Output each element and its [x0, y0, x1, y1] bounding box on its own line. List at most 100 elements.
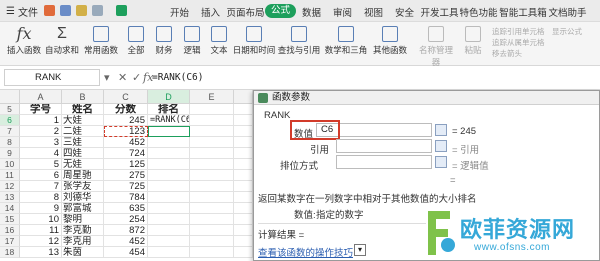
collapse-dialog-icon[interactable] [435, 140, 447, 152]
row-header[interactable]: 6 [0, 115, 20, 126]
table-cell[interactable]: 11 [20, 225, 62, 236]
order-field[interactable] [336, 155, 432, 169]
table-cell[interactable] [148, 214, 190, 225]
table-cell[interactable]: 学号 [20, 104, 62, 115]
col-header-f[interactable] [234, 90, 253, 104]
table-cell[interactable] [148, 225, 190, 236]
table-cell[interactable] [148, 247, 190, 258]
row-header[interactable]: 16 [0, 225, 20, 236]
formula-input[interactable]: =RANK(C6) [152, 72, 203, 83]
table-cell[interactable] [190, 115, 234, 126]
table-cell[interactable] [234, 214, 253, 225]
table-cell[interactable]: 10 [20, 214, 62, 225]
common-functions-button[interactable]: 常用函数 [82, 24, 120, 64]
table-cell[interactable]: 四娃 [62, 148, 104, 159]
tab-formulas[interactable]: 公式 [265, 4, 296, 18]
tab-insert[interactable]: 插入 [195, 4, 226, 20]
table-cell[interactable]: 6 [20, 170, 62, 181]
row-header[interactable]: 14 [0, 203, 20, 214]
table-cell[interactable]: 125 [104, 159, 148, 170]
table-cell[interactable] [148, 170, 190, 181]
table-cell[interactable] [190, 214, 234, 225]
tab-home[interactable]: 开始 [164, 4, 195, 20]
table-cell[interactable] [234, 181, 253, 192]
table-cell[interactable]: 8 [20, 192, 62, 203]
table-cell[interactable]: 13 [20, 247, 62, 258]
table-cell[interactable]: 724 [104, 148, 148, 159]
file-menu[interactable]: ☰ 文件 [6, 3, 38, 19]
table-cell[interactable] [190, 126, 234, 137]
col-header-c[interactable]: C [104, 90, 148, 104]
table-cell[interactable] [148, 236, 190, 247]
table-cell[interactable]: 排名 [148, 104, 190, 115]
row-header[interactable]: 5 [0, 104, 20, 115]
table-cell[interactable]: 姓名 [62, 104, 104, 115]
table-cell[interactable]: 二娃 [62, 126, 104, 137]
trace-precedents-button[interactable]: 追踪引用单元格 [492, 26, 548, 37]
name-manager-button[interactable]: 名称管理器 [416, 24, 456, 67]
col-header-b[interactable]: B [62, 90, 104, 104]
save-icon[interactable] [44, 5, 55, 16]
finance-button[interactable]: 财务 [150, 24, 178, 64]
table-cell[interactable] [148, 148, 190, 159]
table-cell[interactable] [190, 236, 234, 247]
table-cell[interactable] [234, 126, 253, 137]
table-cell[interactable]: 452 [104, 236, 148, 247]
table-cell[interactable]: 784 [104, 192, 148, 203]
table-cell[interactable] [234, 236, 253, 247]
tab-developer[interactable]: 开发工具 [420, 4, 459, 20]
col-header-a[interactable]: A [20, 90, 62, 104]
table-cell[interactable]: 452 [104, 137, 148, 148]
tab-security[interactable]: 安全 [389, 4, 420, 20]
logic-button[interactable]: 逻辑 [178, 24, 206, 64]
paste-button[interactable]: 粘贴 [460, 24, 486, 64]
table-cell[interactable] [148, 181, 190, 192]
table-cell[interactable]: 张学友 [62, 181, 104, 192]
insert-function-button[interactable]: fx 插入函数 [4, 24, 44, 64]
table-cell[interactable] [190, 104, 234, 115]
table-cell[interactable]: 2 [20, 126, 62, 137]
cancel-icon[interactable]: ✕ [118, 71, 127, 84]
tab-data[interactable]: 数据 [296, 4, 327, 20]
autosum-button[interactable]: Σ 自动求和 [44, 24, 80, 64]
tab-page-layout[interactable]: 页面布局 [226, 4, 265, 20]
table-cell[interactable] [234, 203, 253, 214]
table-cell[interactable] [148, 159, 190, 170]
all-functions-button[interactable]: 全部 [122, 24, 150, 64]
lookup-button[interactable]: 查找与引用 [276, 24, 322, 64]
row-header[interactable]: 10 [0, 159, 20, 170]
collapse-dialog-icon[interactable] [435, 156, 447, 168]
table-cell[interactable]: 李克用 [62, 236, 104, 247]
table-cell[interactable]: 李克勤 [62, 225, 104, 236]
table-cell[interactable] [148, 192, 190, 203]
table-cell[interactable]: 郭富城 [62, 203, 104, 214]
table-cell[interactable]: 635 [104, 203, 148, 214]
math-trig-button[interactable]: 数学和三角 [324, 24, 368, 64]
name-box[interactable]: RANK [4, 69, 100, 86]
table-cell[interactable]: 12 [20, 236, 62, 247]
row-header[interactable]: 18 [0, 247, 20, 258]
table-cell[interactable] [234, 115, 253, 126]
tab-special-features[interactable]: 特色功能 [459, 4, 498, 20]
text-functions-button[interactable]: 文本 [206, 24, 232, 64]
tab-smart-toolbox[interactable]: 智能工具箱 [498, 4, 548, 20]
chevron-down-icon[interactable]: ▾ [104, 71, 110, 84]
show-formulas-button[interactable]: 显示公式 [552, 26, 598, 37]
row-header[interactable]: 13 [0, 192, 20, 203]
row-header[interactable]: 12 [0, 181, 20, 192]
table-cell[interactable] [190, 148, 234, 159]
table-cell[interactable]: 分数 [104, 104, 148, 115]
table-cell[interactable]: 872 [104, 225, 148, 236]
table-cell[interactable]: 725 [104, 181, 148, 192]
select-all-corner[interactable] [0, 90, 20, 104]
table-cell[interactable]: 三娃 [62, 137, 104, 148]
table-cell[interactable] [190, 203, 234, 214]
tab-doc-assistant[interactable]: 文档助手 [548, 4, 587, 20]
table-cell[interactable] [148, 203, 190, 214]
row-header[interactable]: 17 [0, 236, 20, 247]
table-cell[interactable] [190, 137, 234, 148]
table-cell[interactable]: 无娃 [62, 159, 104, 170]
table-cell[interactable] [190, 247, 234, 258]
table-cell[interactable] [148, 137, 190, 148]
table-cell[interactable] [190, 181, 234, 192]
